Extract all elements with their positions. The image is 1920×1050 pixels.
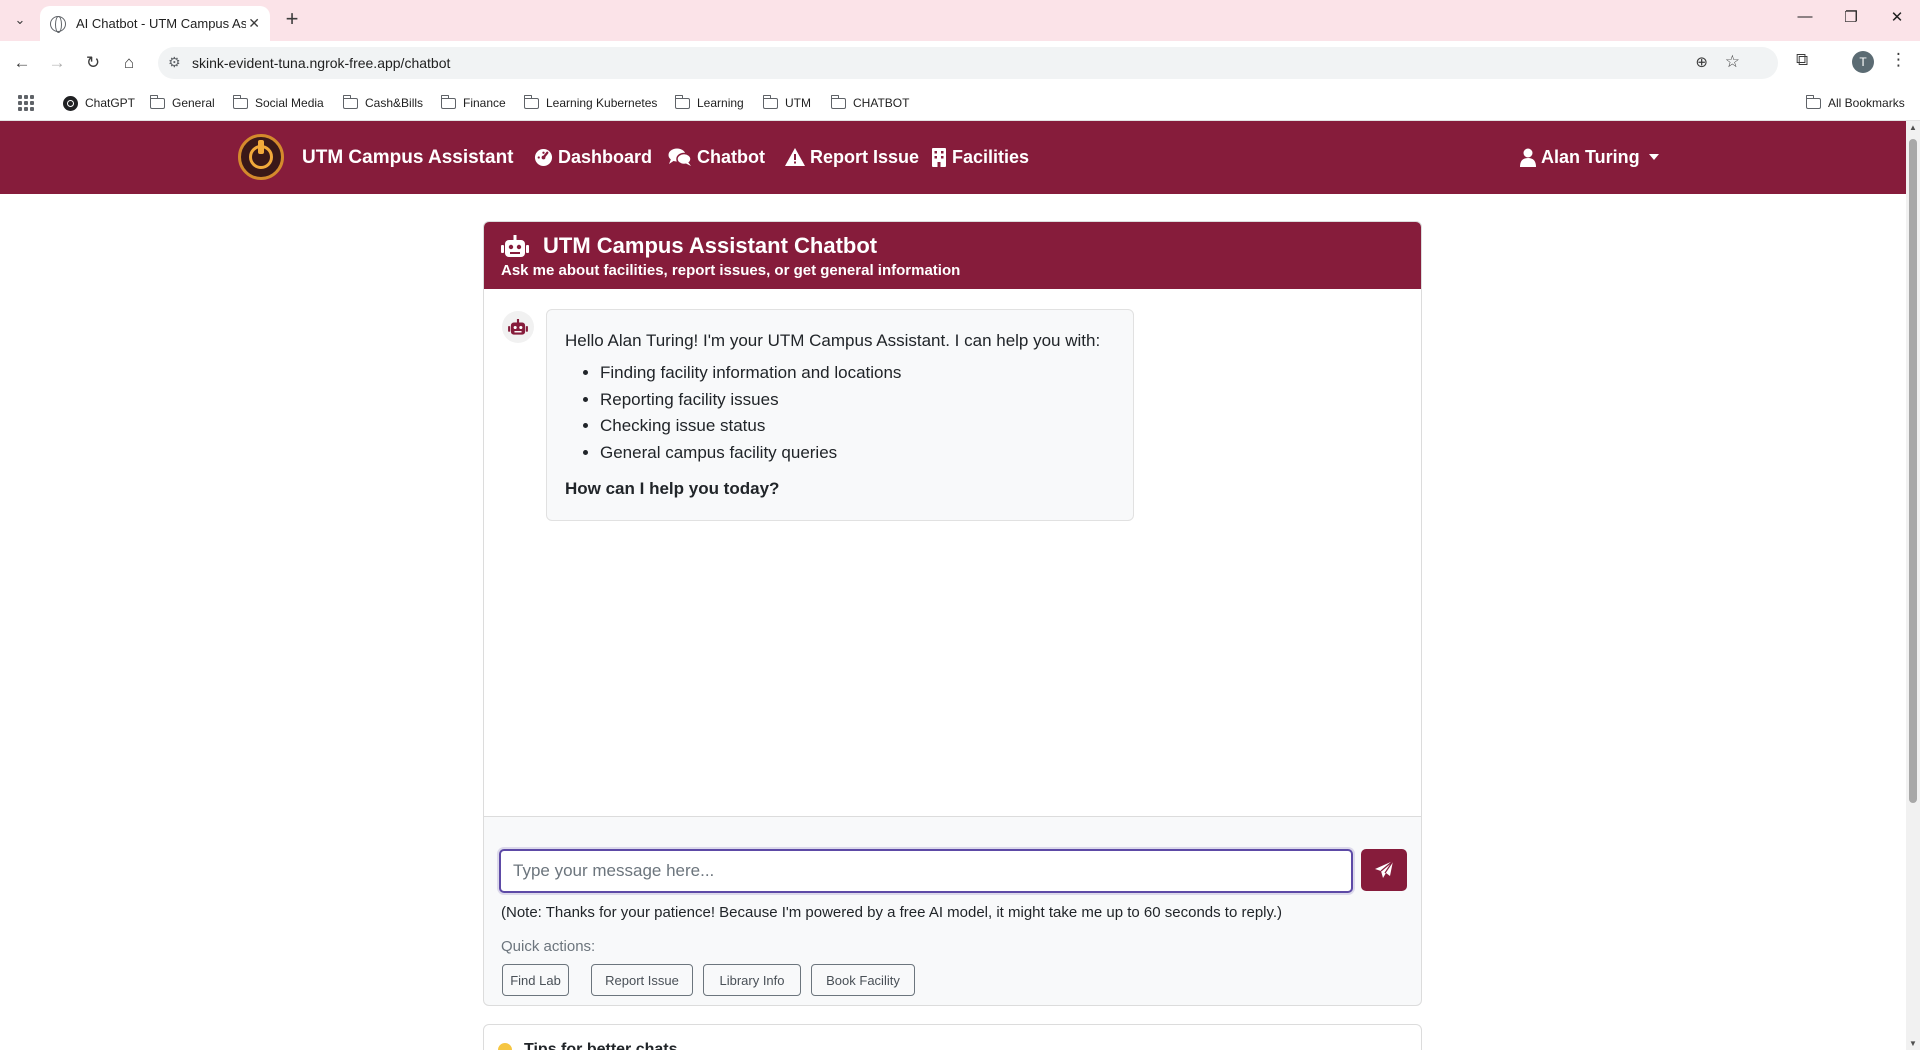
capability-list: Finding facility information and locatio… bbox=[600, 360, 1115, 466]
bookmark-star-icon[interactable]: ☆ bbox=[1725, 52, 1740, 72]
folder-icon bbox=[830, 94, 846, 109]
robot-icon bbox=[501, 235, 529, 264]
back-arrow-icon[interactable]: ← bbox=[9, 50, 35, 76]
bookmark-cash-bills[interactable]: Cash&Bills bbox=[342, 93, 423, 113]
folder-icon bbox=[342, 94, 358, 109]
nav-report-issue-label: Report Issue bbox=[810, 146, 920, 167]
home-icon[interactable]: ⌂ bbox=[116, 50, 142, 76]
gauge-icon bbox=[533, 147, 553, 167]
browser-menu-icon[interactable]: ⋮ bbox=[1890, 50, 1907, 70]
scroll-down-icon[interactable]: ▼ bbox=[1909, 1039, 1917, 1048]
bookmark-chatbot[interactable]: CHATBOT bbox=[830, 93, 909, 113]
chat-input-row bbox=[499, 849, 1411, 893]
url-text[interactable]: skink-evident-tuna.ngrok-free.app/chatbo… bbox=[192, 55, 450, 71]
tips-title: Tips for better chats bbox=[524, 1041, 678, 1050]
scrollbar-thumb[interactable] bbox=[1909, 139, 1917, 803]
bookmark-general[interactable]: General bbox=[149, 93, 215, 113]
bot-question: How can I help you today? bbox=[565, 479, 780, 498]
quick-action-find-lab[interactable]: Find Lab bbox=[502, 964, 569, 996]
chatbot-card: UTM Campus Assistant Chatbot Ask me abou… bbox=[483, 221, 1422, 1006]
bookmark-social-media[interactable]: Social Media bbox=[232, 93, 324, 113]
folder-icon bbox=[523, 94, 539, 109]
warning-triangle-icon bbox=[785, 147, 805, 167]
apps-grid-icon[interactable] bbox=[18, 95, 34, 111]
zoom-icon[interactable]: ⊕ bbox=[1695, 53, 1708, 71]
window-close-icon[interactable]: ✕ bbox=[1874, 8, 1920, 32]
nav-facilities-label: Facilities bbox=[952, 146, 1030, 167]
nav-dashboard-label: Dashboard bbox=[558, 146, 653, 167]
site-info-icon[interactable]: ⚙ bbox=[168, 54, 181, 71]
address-bar[interactable]: ⚙ skink-evident-tuna.ngrok-free.app/chat… bbox=[158, 47, 1778, 79]
paper-plane-icon bbox=[1375, 860, 1394, 878]
globe-icon bbox=[50, 15, 66, 33]
nav-report-issue[interactable]: Report Issue bbox=[785, 145, 919, 169]
bookmark-finance[interactable]: Finance bbox=[440, 93, 506, 113]
browser-toolbar: ← → ↻ ⌂ ⚙ skink-evident-tuna.ngrok-free.… bbox=[0, 41, 1920, 85]
chatbot-subtitle: Ask me about facilities, report issues, … bbox=[501, 262, 961, 279]
reload-icon[interactable]: ↻ bbox=[80, 50, 106, 76]
folder-icon bbox=[149, 94, 165, 109]
list-item: General campus facility queries bbox=[600, 440, 1115, 467]
chat-messages[interactable]: Hello Alan Turing! I'm your UTM Campus A… bbox=[484, 289, 1421, 817]
close-tab-icon[interactable]: ✕ bbox=[248, 15, 260, 32]
profile-avatar[interactable]: T bbox=[1852, 51, 1874, 73]
bot-avatar bbox=[502, 311, 534, 343]
nav-facilities[interactable]: Facilities bbox=[931, 145, 1029, 169]
nav-dashboard[interactable]: Dashboard bbox=[533, 145, 652, 169]
lightbulb-icon bbox=[498, 1043, 512, 1050]
response-time-note: (Note: Thanks for your patience! Because… bbox=[501, 904, 1283, 921]
brand-title[interactable]: UTM Campus Assistant bbox=[302, 147, 514, 169]
quick-action-report-issue[interactable]: Report Issue bbox=[591, 964, 693, 996]
page-viewport: UTM Campus Assistant Dashboard Chatbot R… bbox=[0, 121, 1906, 1050]
chatbot-card-header: UTM Campus Assistant Chatbot Ask me abou… bbox=[484, 222, 1421, 289]
tips-card: Tips for better chats bbox=[483, 1024, 1422, 1050]
extensions-icon[interactable]: ⧉ bbox=[1796, 50, 1808, 70]
send-button[interactable] bbox=[1361, 849, 1407, 891]
chatgpt-icon bbox=[63, 95, 78, 111]
scroll-up-icon[interactable]: ▲ bbox=[1909, 123, 1917, 132]
folder-icon bbox=[232, 94, 248, 109]
list-item: Finding facility information and locatio… bbox=[600, 360, 1115, 387]
bookmark-chatgpt[interactable]: ChatGPT bbox=[63, 93, 135, 113]
all-bookmarks[interactable]: All Bookmarks bbox=[1805, 93, 1905, 113]
restore-icon[interactable]: ❐ bbox=[1828, 8, 1874, 32]
user-menu[interactable]: Alan Turing bbox=[1520, 145, 1659, 169]
browser-tabstrip: ⌄ AI Chatbot - UTM Campus Assistant ✕ + … bbox=[0, 0, 1920, 41]
comments-icon bbox=[668, 147, 692, 167]
bookmark-learning-kubernetes[interactable]: Learning Kubernetes bbox=[523, 93, 657, 113]
utm-logo[interactable] bbox=[238, 134, 284, 180]
browser-tab-active[interactable]: AI Chatbot - UTM Campus Assistant ✕ bbox=[40, 6, 270, 41]
minimize-icon[interactable]: — bbox=[1782, 8, 1828, 32]
robot-icon bbox=[508, 318, 528, 335]
page-scrollbar[interactable]: ▲ ▼ bbox=[1906, 121, 1920, 1050]
bookmarks-bar: ChatGPT General Social Media Cash&Bills … bbox=[0, 85, 1920, 121]
folder-icon bbox=[440, 94, 456, 109]
quick-action-library-info[interactable]: Library Info bbox=[703, 964, 801, 996]
app-navbar: UTM Campus Assistant Dashboard Chatbot R… bbox=[0, 121, 1906, 194]
building-icon bbox=[931, 147, 947, 167]
list-item: Checking issue status bbox=[600, 413, 1115, 440]
bookmark-learning[interactable]: Learning bbox=[674, 93, 744, 113]
forward-arrow-icon[interactable]: → bbox=[44, 50, 70, 76]
bot-greeting: Hello Alan Turing! I'm your UTM Campus A… bbox=[565, 331, 1101, 350]
user-icon bbox=[1520, 148, 1536, 167]
bot-message-bubble: Hello Alan Turing! I'm your UTM Campus A… bbox=[546, 309, 1134, 521]
folder-icon bbox=[762, 94, 778, 109]
folder-icon bbox=[1805, 94, 1821, 109]
new-tab-icon[interactable]: + bbox=[280, 8, 304, 32]
quick-actions-label: Quick actions: bbox=[501, 938, 596, 955]
folder-icon bbox=[674, 94, 690, 109]
chatbot-title: UTM Campus Assistant Chatbot bbox=[543, 233, 878, 258]
chevron-down-icon bbox=[1648, 154, 1659, 160]
quick-action-book-facility[interactable]: Book Facility bbox=[811, 964, 915, 996]
tab-search-icon[interactable]: ⌄ bbox=[8, 8, 32, 32]
nav-chatbot-label: Chatbot bbox=[697, 146, 765, 167]
tab-title: AI Chatbot - UTM Campus Assistant bbox=[76, 16, 246, 31]
bookmark-utm[interactable]: UTM bbox=[762, 93, 811, 113]
nav-chatbot[interactable]: Chatbot bbox=[668, 145, 765, 169]
message-input[interactable] bbox=[499, 849, 1353, 893]
list-item: Reporting facility issues bbox=[600, 387, 1115, 414]
user-name: Alan Turing bbox=[1541, 146, 1640, 167]
